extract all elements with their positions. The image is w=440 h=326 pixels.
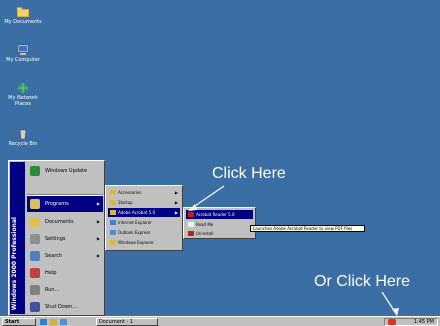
menu-item-label: Help [45, 270, 57, 276]
shutdown-icon [30, 302, 40, 312]
start-menu-item-programs[interactable]: Programs ▶ [27, 196, 103, 212]
programs-submenu: Accessories ▶ Startup ▶ Adobe Acrobat 5.… [105, 185, 183, 251]
desktop-icon-network-places[interactable]: My Network Places [4, 82, 42, 107]
chevron-right-icon: ▶ [174, 200, 178, 205]
callout-click-here: Click Here [212, 165, 286, 182]
submenu-item-label: Acrobat Reader 5.0 [196, 212, 235, 217]
acrobat-tray-icon[interactable] [388, 319, 396, 325]
start-menu-item-settings[interactable]: Settings ▶ [27, 231, 103, 247]
folder-icon [110, 200, 116, 205]
documents-icon [30, 217, 40, 227]
programs-item-outlook-express[interactable]: Outlook Express [108, 228, 180, 237]
programs-icon [30, 199, 40, 209]
globe-icon [18, 83, 28, 93]
tooltip: Launches Adobe Acrobat Reader to view PD… [250, 225, 365, 232]
callout-or-click-here: Or Click Here [314, 273, 411, 290]
start-menu-banner: Windows 2000 Professional [10, 162, 25, 314]
menu-item-label: Shut Down... [45, 304, 77, 310]
chevron-right-icon: ▶ [96, 201, 100, 206]
taskbar-button-document[interactable]: Document - 1 [96, 318, 158, 326]
acrobat-item-reader[interactable]: Acrobat Reader 5.0 [186, 210, 253, 219]
start-button[interactable]: Start [2, 318, 36, 326]
task-label: Document - 1 [99, 319, 134, 325]
programs-item-adobe-acrobat[interactable]: Adobe Acrobat 5.0 ▶ [108, 208, 180, 217]
explorer-icon [110, 240, 116, 245]
acrobat-item-read-me[interactable]: Read Me [186, 220, 253, 229]
folder-icon [110, 210, 116, 215]
uninstall-icon [188, 231, 194, 236]
settings-icon [30, 234, 40, 244]
document-icon [188, 222, 194, 227]
outlook-icon[interactable] [60, 319, 67, 325]
menu-item-label: Windows Update [45, 168, 88, 174]
internet-explorer-icon [110, 220, 116, 225]
programs-item-accessories[interactable]: Accessories ▶ [108, 188, 180, 197]
acrobat-submenu: Acrobat Reader 5.0 Read Me Uninstall [183, 207, 256, 239]
taskbar: Start Document - 1 1:45 PM [0, 316, 440, 326]
submenu-item-label: Adobe Acrobat 5.0 [118, 210, 155, 215]
start-menu-item-search[interactable]: Search ▶ [27, 248, 103, 264]
programs-item-startup[interactable]: Startup ▶ [108, 198, 180, 207]
recycle-bin-icon [19, 129, 27, 140]
desktop-icon-my-documents[interactable]: My Documents [4, 6, 42, 25]
menu-item-label: Documents [45, 219, 74, 225]
start-label: Start [5, 319, 20, 325]
start-menu-item-run[interactable]: Run... [27, 282, 103, 298]
programs-item-windows-explorer[interactable]: Windows Explorer [108, 238, 180, 247]
menu-item-label: Search [45, 253, 63, 259]
start-menu-item-shut-down[interactable]: Shut Down... [27, 299, 103, 315]
submenu-item-label: Startup [118, 200, 133, 205]
programs-item-internet-explorer[interactable]: Internet Explorer [108, 218, 180, 227]
acrobat-item-uninstall[interactable]: Uninstall [186, 229, 253, 238]
run-icon [30, 285, 40, 295]
desktop-icon-recycle-bin[interactable]: Recycle Bin [4, 128, 42, 147]
outlook-icon [110, 230, 116, 235]
show-desktop-icon[interactable] [50, 319, 57, 325]
desktop-icon-label: My Computer [6, 57, 40, 63]
desktop-icon-label: My Network Places [8, 95, 38, 107]
menu-item-label: Run... [45, 287, 60, 293]
folder-icon [16, 7, 30, 18]
start-menu-item-documents[interactable]: Documents ▶ [27, 214, 103, 230]
computer-icon [17, 44, 29, 55]
folder-icon [110, 190, 116, 195]
globe-icon [30, 166, 40, 176]
clock: 1:45 PM [413, 319, 434, 325]
submenu-item-label: Outlook Express [118, 230, 151, 235]
banner-text: Windows 2000 Professional [11, 216, 18, 310]
chevron-right-icon: ▶ [96, 219, 100, 224]
submenu-item-label: Uninstall [196, 231, 214, 236]
acrobat-icon [188, 212, 194, 217]
start-menu: Windows 2000 Professional Windows Update… [8, 160, 105, 316]
submenu-item-label: Accessories [118, 190, 142, 195]
submenu-item-label: Internet Explorer [118, 220, 152, 225]
desktop-icon-label: My Documents [4, 19, 42, 25]
start-menu-item-windows-update[interactable]: Windows Update [27, 163, 103, 179]
help-icon [30, 268, 40, 278]
chevron-right-icon: ▶ [174, 210, 178, 215]
chevron-right-icon: ▶ [174, 190, 178, 195]
desktop-icon-label: Recycle Bin [8, 141, 38, 147]
submenu-item-label: Windows Explorer [118, 240, 154, 245]
search-icon [30, 251, 40, 261]
menu-item-label: Settings [45, 236, 66, 242]
chevron-right-icon: ▶ [96, 236, 100, 241]
desktop-icon-my-computer[interactable]: My Computer [4, 44, 42, 63]
chevron-right-icon: ▶ [96, 253, 100, 258]
menu-item-label: Programs [45, 201, 69, 207]
system-tray: 1:45 PM [384, 318, 438, 326]
start-menu-item-help[interactable]: Help [27, 265, 103, 281]
internet-explorer-icon[interactable] [40, 319, 47, 325]
submenu-item-label: Read Me [196, 222, 214, 227]
